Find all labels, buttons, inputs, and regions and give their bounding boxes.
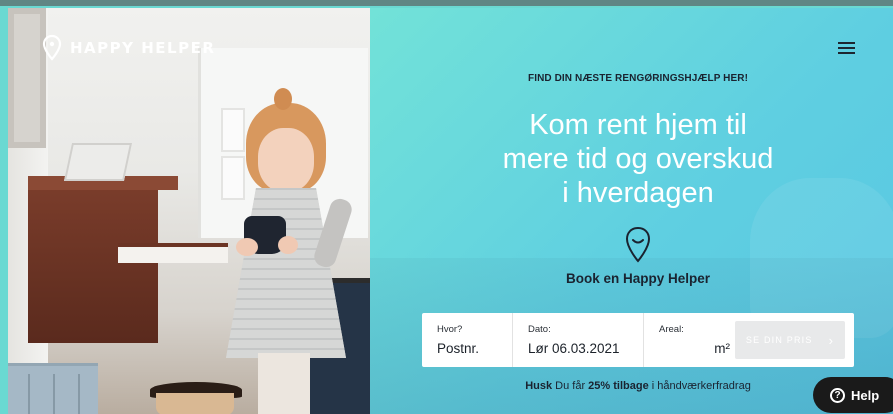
map-pin-icon bbox=[42, 34, 62, 61]
area-field[interactable]: Areal: m² bbox=[644, 313, 738, 367]
hero-panel: FIND DIN NÆSTE RENGØRINGSHJÆLP HER! Kom … bbox=[370, 8, 893, 414]
see-price-button[interactable]: SE DIN PRIS › bbox=[735, 321, 845, 359]
photo-piano bbox=[28, 183, 158, 343]
date-label: Dato: bbox=[528, 324, 551, 335]
photo-child-face bbox=[258, 128, 314, 192]
date-input[interactable]: Lør 06.03.2021 bbox=[528, 341, 643, 356]
note-prefix: Husk bbox=[525, 380, 553, 392]
see-price-label: SE DIN PRIS bbox=[745, 335, 813, 345]
photo-piano-keys bbox=[118, 243, 228, 263]
smiling-pin-icon bbox=[625, 226, 651, 263]
note-suffix: i håndværkerfradrag bbox=[648, 380, 751, 392]
top-edge bbox=[0, 0, 893, 6]
help-label: Help bbox=[851, 387, 880, 403]
brand-logo[interactable]: HAPPY HELPER bbox=[42, 34, 215, 62]
headline-line: Kom rent hjem til bbox=[529, 109, 747, 141]
postcode-field[interactable]: Hvor? Postnr. bbox=[422, 313, 513, 367]
hero-headline: Kom rent hjem til mere tid og overskud i… bbox=[370, 108, 893, 210]
photo-laptop bbox=[63, 143, 133, 181]
headline-line: i hverdagen bbox=[562, 177, 714, 209]
booking-form: Hvor? Postnr. Dato: Lør 06.03.2021 Areal… bbox=[422, 313, 854, 367]
area-label: Areal: bbox=[659, 324, 684, 335]
chevron-right-icon: › bbox=[828, 332, 835, 348]
hero-photo bbox=[8, 8, 370, 414]
photo-child-legs bbox=[258, 353, 310, 414]
photo-child-hand bbox=[236, 238, 258, 256]
postcode-label: Hvor? bbox=[437, 324, 463, 335]
photo-crate bbox=[8, 363, 98, 414]
help-button[interactable]: ? Help bbox=[813, 377, 893, 413]
photo-picture-frame bbox=[8, 8, 46, 148]
postcode-input[interactable]: Postnr. bbox=[437, 341, 512, 356]
note-middle: Du får bbox=[552, 380, 589, 392]
photo-plant-pot bbox=[156, 393, 234, 414]
note-highlight: 25% tilbage bbox=[588, 380, 649, 392]
date-field[interactable]: Dato: Lør 06.03.2021 bbox=[513, 313, 644, 367]
brand-name: HAPPY HELPER bbox=[70, 39, 216, 57]
question-circle-icon: ? bbox=[830, 387, 845, 403]
photo-child-hand bbox=[278, 236, 298, 254]
hero-tagline: FIND DIN NÆSTE RENGØRINGSHJÆLP HER! bbox=[528, 73, 748, 84]
book-cta-text: Book en Happy Helper bbox=[565, 271, 711, 286]
headline-line: mere tid og overskud bbox=[502, 143, 774, 175]
photo-child-bun bbox=[274, 88, 292, 110]
area-input[interactable]: m² bbox=[659, 341, 738, 356]
hamburger-menu-icon[interactable] bbox=[838, 42, 855, 54]
